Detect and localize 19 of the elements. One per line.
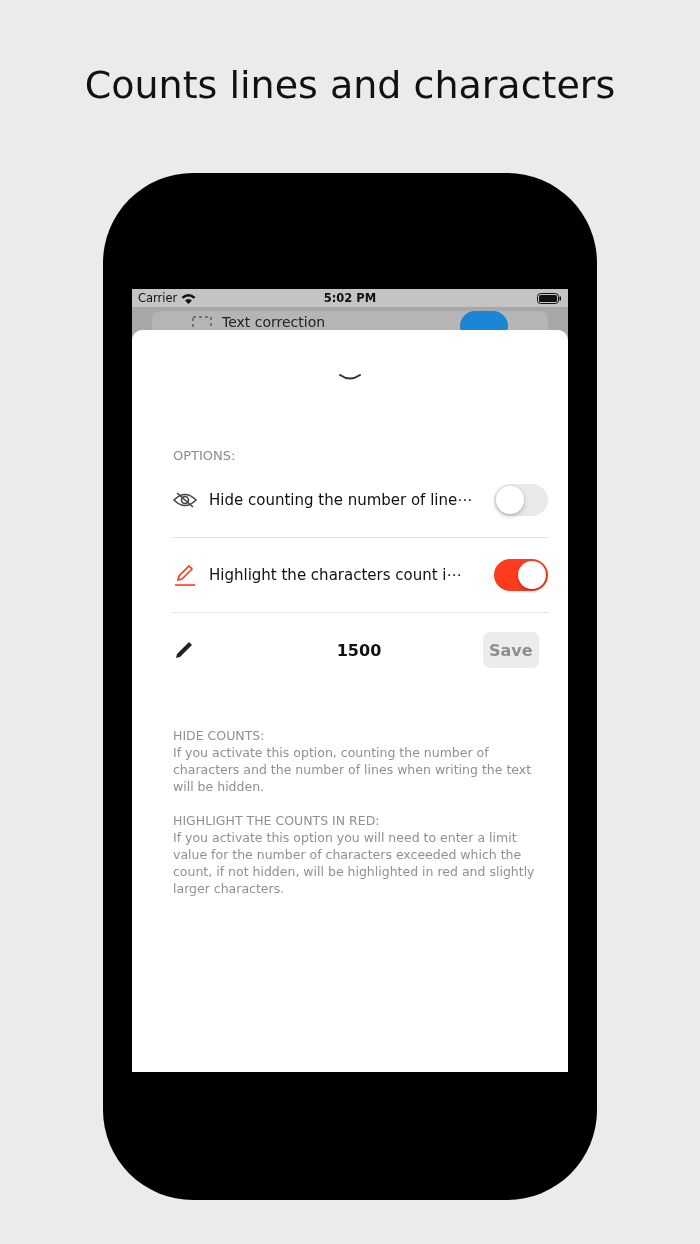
battery-icon [537,292,562,304]
pencil-icon [173,563,197,587]
status-time: 5:02 PM [323,291,377,305]
note-text: If you activate this option, counting the number of characters and the number of lines when writing the text will be hidden. [173,744,533,795]
toggle-switch[interactable] [494,484,548,516]
chevron-down-icon[interactable] [339,374,361,382]
option-label: Hide counting the number of line⋯ [209,491,474,509]
eye-slash-icon [173,491,197,509]
headline: Counts lines and characters [84,62,616,109]
option-label: Highlight the characters count i⋯ [209,566,463,584]
toggle-switch[interactable] [494,559,548,591]
pencil-icon [173,639,195,661]
note-heading: HIGHLIGHT THE COUNTS IN RED: [173,812,381,829]
note-text: If you activate this option you will need to enter a limit value for the number of characters exceeded which the count, if not hidden, will be highlighted in red and slightly larger characters. [173,829,536,897]
row-label: Text correction [222,314,326,330]
wifi-icon [181,292,197,304]
section-title: OPTIONS: [173,448,237,463]
carrier-label: Carrier [138,291,178,305]
note-heading: HIDE COUNTS: [173,727,266,744]
